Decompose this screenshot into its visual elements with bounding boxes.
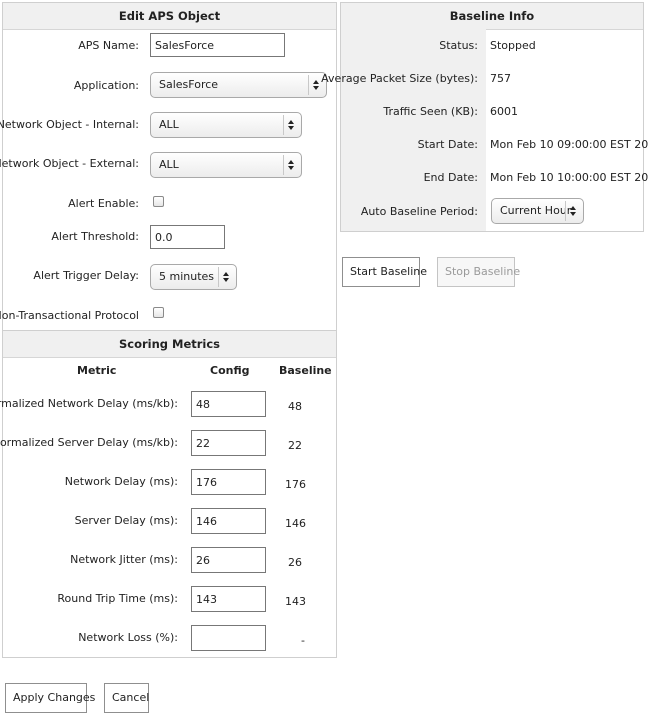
select-arrows-icon <box>283 155 298 175</box>
metric-baseline-value: 143 <box>285 595 306 608</box>
avg-packet-size-value: 757 <box>490 72 511 85</box>
alert-trigger-delay-label: Alert Trigger Delay: <box>33 269 139 282</box>
network-object-external-value: ALL <box>159 158 179 171</box>
alert-trigger-delay-select[interactable]: 5 minutes <box>150 264 237 290</box>
network-object-internal-select[interactable]: ALL <box>150 112 302 138</box>
end-date-value: Mon Feb 10 10:00:00 EST 2014 <box>490 171 649 184</box>
start-date-value: Mon Feb 10 09:00:00 EST 2014 <box>490 138 649 151</box>
select-arrows-icon <box>218 267 233 287</box>
table-row: Network Jitter (ms): 26 <box>3 545 336 584</box>
baseline-info-panel: Baseline Info Status: Stopped Average Pa… <box>321 2 649 232</box>
scoring-metrics-title: Scoring Metrics <box>3 331 336 358</box>
alert-threshold-label: Alert Threshold: <box>51 230 139 243</box>
metric-config-input[interactable] <box>191 469 266 495</box>
metric-config-input[interactable] <box>191 586 266 612</box>
network-object-internal-label: Network Object - Internal: <box>0 118 139 131</box>
alert-trigger-delay-value: 5 minutes <box>159 270 215 283</box>
application-select-value: SalesForce <box>159 78 219 91</box>
non-transactional-protocol-checkbox[interactable] <box>153 307 164 318</box>
alert-threshold-input[interactable] <box>150 225 225 249</box>
metric-label: Network Delay (ms): <box>64 475 178 488</box>
edit-aps-object-panel: Edit APS Object APS Name: Application: S… <box>0 2 337 331</box>
baseline-info-title: Baseline Info <box>341 3 643 30</box>
metric-label: Network Jitter (ms): <box>70 553 178 566</box>
metric-baseline-value: 22 <box>288 439 302 452</box>
auto-baseline-period-value: Current Hour <box>500 204 572 217</box>
metric-label: Network Loss (%): <box>78 631 178 644</box>
column-header-config: Config <box>210 364 250 377</box>
table-row: Network Delay (ms): 176 <box>3 467 336 506</box>
column-header-baseline: Baseline <box>279 364 332 377</box>
metric-baseline-value: - <box>301 634 305 647</box>
alert-enable-checkbox[interactable] <box>153 196 164 207</box>
baseline-info-label-column <box>341 29 486 231</box>
select-arrows-icon <box>283 115 298 135</box>
metric-baseline-value: 48 <box>288 400 302 413</box>
status-label: Status: <box>439 39 478 52</box>
start-baseline-button[interactable]: Start Baseline <box>342 257 427 287</box>
metric-baseline-value: 176 <box>285 478 306 491</box>
metric-label: Round Trip Time (ms): <box>57 592 178 605</box>
scoring-metrics-panel: Scoring Metrics Metric Config Baseline N… <box>0 330 337 659</box>
application-select[interactable]: SalesForce <box>150 72 327 98</box>
select-arrows-icon <box>565 201 580 221</box>
metric-config-input[interactable] <box>191 391 266 417</box>
auto-baseline-period-select[interactable]: Current Hour <box>491 198 584 224</box>
aps-name-input[interactable] <box>150 33 285 57</box>
metric-label: Server Delay (ms): <box>74 514 178 527</box>
network-object-external-select[interactable]: ALL <box>150 152 302 178</box>
metric-config-input[interactable] <box>191 625 266 651</box>
table-row: Normalized Network Delay (ms/kb): 48 <box>0 389 336 428</box>
traffic-seen-label: Traffic Seen (KB): <box>383 105 478 118</box>
traffic-seen-value: 6001 <box>490 105 518 118</box>
metric-baseline-value: 26 <box>288 556 302 569</box>
aps-name-label: APS Name: <box>78 39 139 52</box>
non-transactional-protocol-label: Non-Transactional Protocol <box>0 309 139 322</box>
metric-label: Normalized Server Delay (ms/kb): <box>0 436 178 449</box>
metric-config-input[interactable] <box>191 508 266 534</box>
network-object-external-label: Network Object - External: <box>0 157 139 170</box>
table-row: Network Loss (%): - <box>3 623 336 659</box>
apply-changes-button[interactable]: Apply Changes <box>5 683 95 713</box>
metric-config-input[interactable] <box>191 430 266 456</box>
network-object-internal-value: ALL <box>159 118 179 131</box>
alert-enable-label: Alert Enable: <box>68 197 139 210</box>
end-date-label: End Date: <box>423 171 478 184</box>
metric-baseline-value: 146 <box>285 517 306 530</box>
auto-baseline-period-label: Auto Baseline Period: <box>360 205 478 218</box>
stop-baseline-button[interactable]: Stop Baseline <box>437 257 520 287</box>
cancel-button[interactable]: Cancel <box>104 683 149 713</box>
table-row: Server Delay (ms): 146 <box>3 506 336 545</box>
table-row: Normalized Server Delay (ms/kb): 22 <box>0 428 336 467</box>
table-row: Round Trip Time (ms): 143 <box>3 584 336 623</box>
edit-aps-object-title: Edit APS Object <box>3 3 336 30</box>
metric-config-input[interactable] <box>191 547 266 573</box>
avg-packet-size-label: Average Packet Size (bytes): <box>321 72 478 85</box>
column-header-metric: Metric <box>77 364 117 377</box>
status-value: Stopped <box>490 39 536 52</box>
metric-label: Normalized Network Delay (ms/kb): <box>0 397 178 410</box>
start-date-label: Start Date: <box>417 138 478 151</box>
application-label: Application: <box>73 79 139 92</box>
